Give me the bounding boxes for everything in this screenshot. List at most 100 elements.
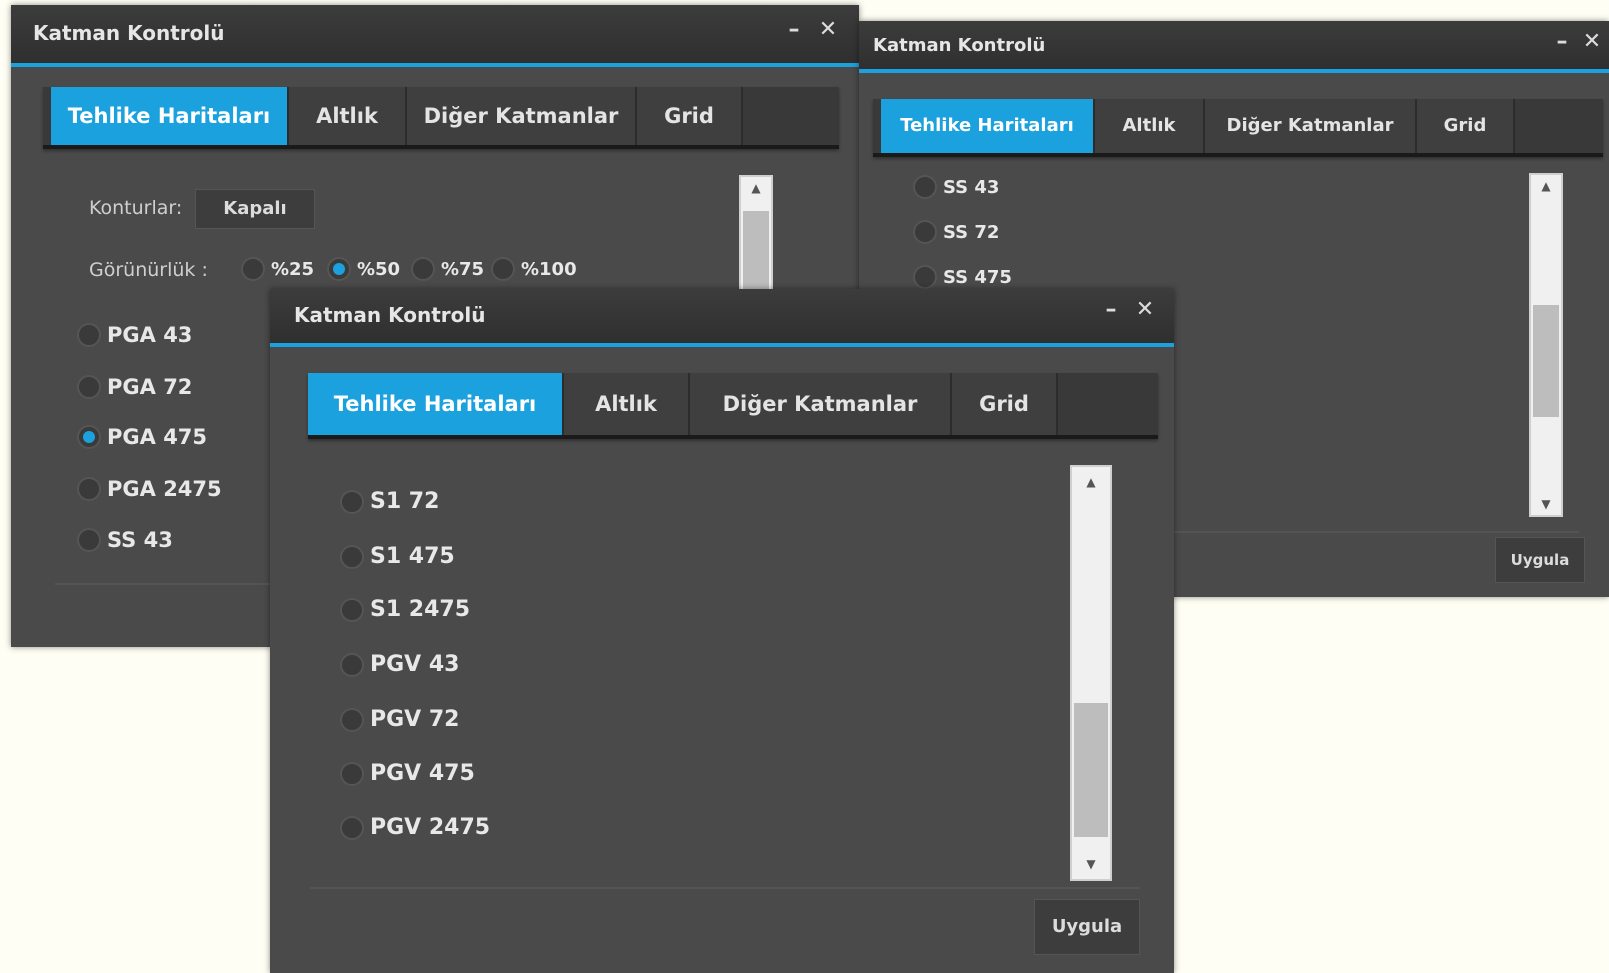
tab-bar: Tehlike Haritaları Altlık Diğer Katmanla…: [873, 99, 1603, 157]
contour-select[interactable]: Kapalı: [195, 189, 315, 229]
minimize-icon[interactable]: –: [781, 17, 807, 43]
divider: [1159, 531, 1579, 533]
layer-label: SS 475: [943, 266, 1012, 288]
tab-bar: Tehlike Haritaları Altlık Diğer Katmanla…: [308, 373, 1158, 439]
radio-icon: [340, 815, 364, 840]
layer-control-window-front: Katman Kontrolü – ✕ Tehlike Haritaları A…: [270, 289, 1174, 973]
visibility-option-50[interactable]: %50: [327, 257, 400, 281]
scroll-thumb[interactable]: [1533, 305, 1559, 417]
radio-icon: [491, 257, 515, 281]
layer-label: PGA 2475: [107, 477, 222, 501]
visibility-option-label: %25: [271, 258, 315, 280]
radio-icon: [340, 707, 364, 732]
radio-icon: [340, 597, 364, 622]
layer-radio-item[interactable]: SS 72: [913, 220, 999, 244]
radio-icon: [340, 544, 364, 569]
window-title: Katman Kontrolü: [873, 35, 1046, 56]
layer-label: PGA 475: [107, 425, 208, 449]
apply-button[interactable]: Uygula: [1034, 899, 1140, 955]
tab-other-layers[interactable]: Diğer Katmanlar: [690, 373, 952, 435]
close-icon[interactable]: ✕: [1132, 297, 1158, 323]
layer-radio-item[interactable]: S1 2475: [340, 597, 470, 622]
layer-label: SS 43: [107, 528, 173, 552]
layer-label: SS 43: [943, 176, 1000, 198]
close-icon[interactable]: ✕: [815, 17, 841, 43]
radio-icon: [913, 220, 937, 244]
layer-radio-item[interactable]: SS 475: [913, 265, 1012, 289]
radio-selected-icon: [77, 425, 101, 449]
minimize-icon[interactable]: –: [1098, 297, 1124, 323]
layer-radio-item[interactable]: S1 72: [340, 489, 439, 514]
tab-grid[interactable]: Grid: [1417, 99, 1515, 153]
layer-label: PGV 2475: [370, 815, 491, 840]
layer-label: PGA 43: [107, 323, 193, 347]
tab-grid[interactable]: Grid: [637, 87, 743, 145]
scroll-thumb[interactable]: [1074, 703, 1108, 837]
layer-label: PGV 475: [370, 761, 475, 786]
window-title: Katman Kontrolü: [33, 21, 225, 45]
radio-selected-icon: [327, 257, 351, 281]
layer-radio-item[interactable]: PGA 2475: [77, 477, 222, 501]
titlebar[interactable]: Katman Kontrolü – ✕: [859, 21, 1609, 73]
tab-other-layers[interactable]: Diğer Katmanlar: [1205, 99, 1417, 153]
layer-radio-item[interactable]: PGA 475: [77, 425, 207, 449]
scrollbar[interactable]: ▲ ▼: [1529, 173, 1563, 517]
scroll-up-icon[interactable]: ▲: [741, 177, 771, 199]
layer-radio-item[interactable]: PGV 2475: [340, 815, 490, 840]
radio-icon: [340, 489, 364, 514]
scroll-down-icon[interactable]: ▼: [1072, 853, 1110, 875]
radio-icon: [241, 257, 265, 281]
radio-icon: [340, 761, 364, 786]
radio-icon: [340, 652, 364, 677]
radio-icon: [913, 175, 937, 199]
layer-label: SS 72: [943, 221, 1000, 243]
tab-basemap[interactable]: Altlık: [1095, 99, 1205, 153]
layer-label: S1 475: [370, 544, 455, 569]
tab-other-layers[interactable]: Diğer Katmanlar: [407, 87, 637, 145]
scroll-down-icon[interactable]: ▼: [1531, 493, 1561, 515]
layer-radio-item[interactable]: PGV 43: [340, 652, 459, 677]
visibility-option-label: %100: [521, 258, 577, 280]
radio-icon: [411, 257, 435, 281]
visibility-option-100[interactable]: %100: [491, 257, 577, 281]
visibility-option-label: %50: [357, 258, 401, 280]
scroll-up-icon[interactable]: ▲: [1531, 175, 1561, 197]
layer-radio-item[interactable]: S1 475: [340, 544, 455, 569]
layer-radio-item[interactable]: PGA 43: [77, 323, 192, 347]
scrollbar[interactable]: ▲ ▼: [1070, 465, 1112, 881]
layer-label: PGV 43: [370, 652, 460, 677]
apply-button[interactable]: Uygula: [1495, 537, 1585, 583]
window-title: Katman Kontrolü: [294, 303, 486, 327]
tab-basemap[interactable]: Altlık: [564, 373, 690, 435]
layer-label: PGV 72: [370, 707, 460, 732]
tab-grid[interactable]: Grid: [952, 373, 1058, 435]
radio-icon: [913, 265, 937, 289]
layer-radio-item[interactable]: PGA 72: [77, 375, 192, 399]
tab-basemap[interactable]: Altlık: [289, 87, 407, 145]
visibility-option-label: %75: [441, 258, 485, 280]
tab-hazard-maps[interactable]: Tehlike Haritaları: [881, 99, 1095, 153]
divider: [310, 887, 1140, 889]
close-icon[interactable]: ✕: [1579, 29, 1605, 55]
titlebar[interactable]: Katman Kontrolü – ✕: [270, 289, 1174, 347]
layer-radio-item[interactable]: SS 43: [913, 175, 999, 199]
titlebar[interactable]: Katman Kontrolü – ✕: [11, 5, 859, 67]
layer-label: S1 72: [370, 489, 440, 514]
visibility-option-75[interactable]: %75: [411, 257, 484, 281]
scroll-up-icon[interactable]: ▲: [1072, 471, 1110, 493]
visibility-label: Görünürlük :: [89, 259, 208, 281]
layer-radio-item[interactable]: PGV 475: [340, 761, 475, 786]
visibility-option-25[interactable]: %25: [241, 257, 314, 281]
radio-icon: [77, 477, 101, 501]
tab-hazard-maps[interactable]: Tehlike Haritaları: [51, 87, 289, 145]
contour-label: Konturlar:: [89, 197, 183, 219]
tab-bar: Tehlike Haritaları Altlık Diğer Katmanla…: [43, 87, 839, 149]
layer-radio-item[interactable]: PGV 72: [340, 707, 459, 732]
layer-label: S1 2475: [370, 597, 471, 622]
radio-icon: [77, 323, 101, 347]
layer-radio-item[interactable]: SS 43: [77, 528, 173, 552]
tab-hazard-maps[interactable]: Tehlike Haritaları: [308, 373, 564, 435]
minimize-icon[interactable]: –: [1549, 29, 1575, 55]
layer-label: PGA 72: [107, 375, 193, 399]
radio-icon: [77, 375, 101, 399]
